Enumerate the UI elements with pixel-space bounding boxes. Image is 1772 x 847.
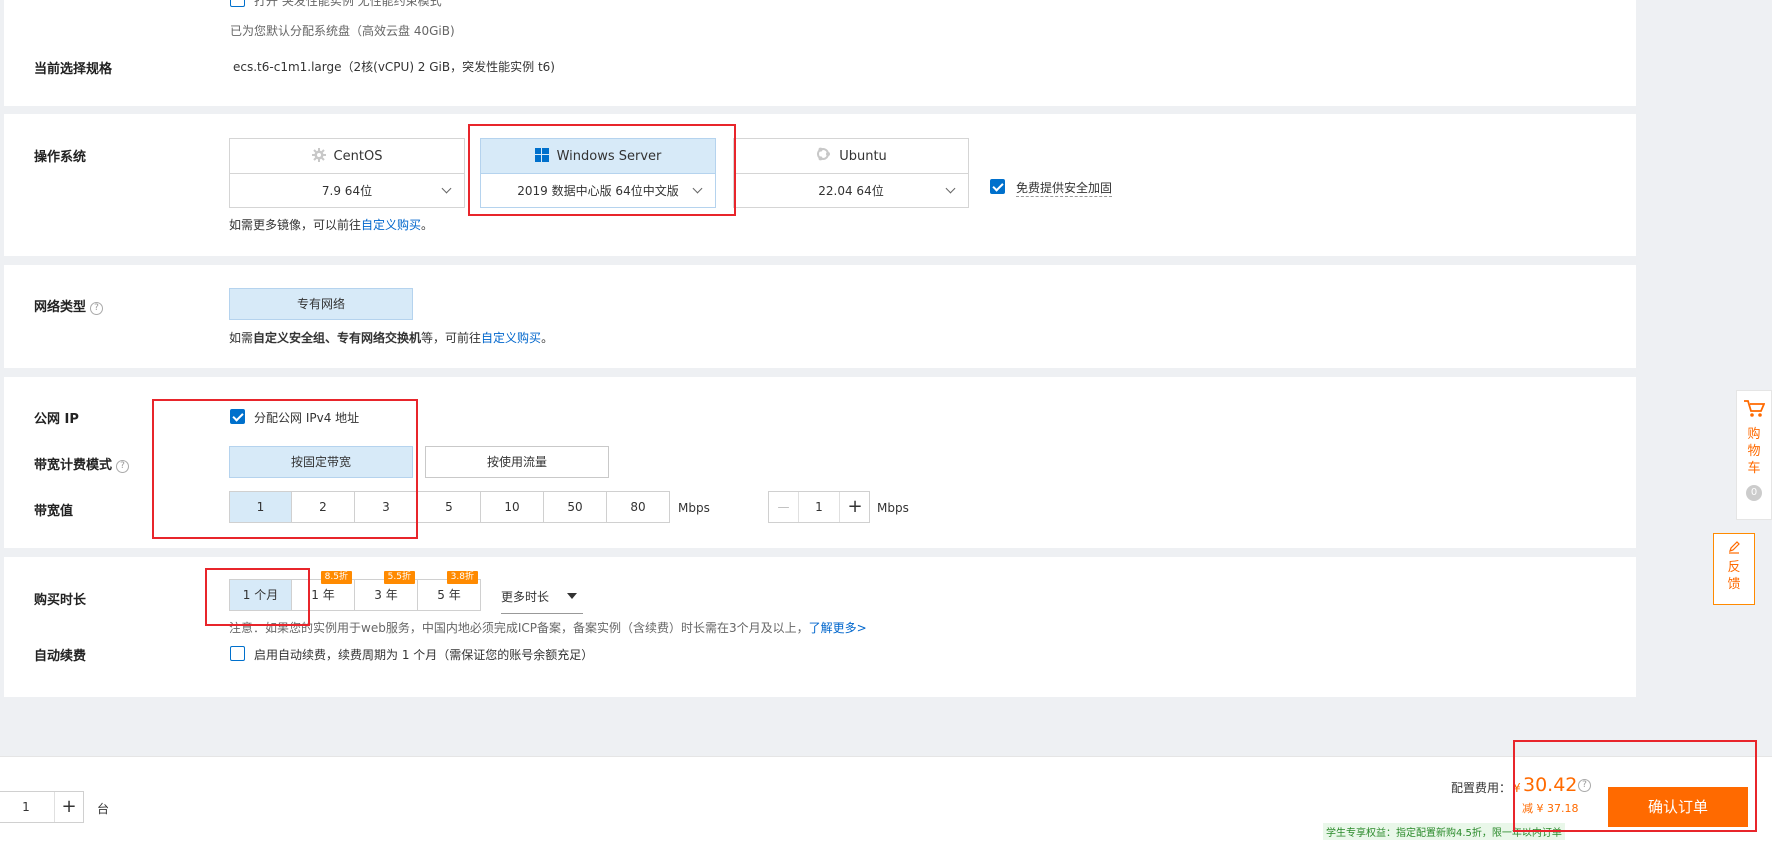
os-card-ubuntu[interactable]: Ubuntu 22.04 64位 xyxy=(733,138,969,208)
annotation-box-price xyxy=(1513,740,1757,832)
ubuntu-icon xyxy=(815,141,831,176)
annotation-box-os xyxy=(468,124,736,216)
edit-icon xyxy=(1714,540,1754,557)
duration-3-year[interactable]: 3 年 5.5折 xyxy=(355,571,418,611)
help-icon[interactable]: ? xyxy=(90,302,104,315)
burst-mode-label: 打开 突发性能实例 无性能约束模式 xyxy=(254,0,442,8)
quantity-stepper[interactable]: 1 + xyxy=(0,791,84,823)
os-name-ubuntu: Ubuntu xyxy=(839,149,887,164)
fee-label: 配置费用： xyxy=(1451,781,1512,795)
spec-panel: 打开 突发性能实例 无性能约束模式 已为您默认分配系统盘（高效云盘 40GiB)… xyxy=(4,0,1636,106)
security-hardening-checkbox[interactable] xyxy=(990,179,1005,194)
auto-renew-checkbox-label: 启用自动续费，续费周期为 1 个月（需保证您的账号余额充足） xyxy=(254,648,594,662)
annotation-box-ip-bandwidth xyxy=(152,399,418,539)
network-label: 网络类型? xyxy=(34,296,104,315)
icp-note: 注意：如果您的实例用于web服务，中国内地必须完成ICP备案，备案实例（含续费）… xyxy=(229,621,867,635)
bandwidth-label: 带宽值 xyxy=(34,504,74,519)
caret-down-icon xyxy=(567,593,577,599)
auto-renew-checkbox[interactable] xyxy=(230,646,245,661)
custom-purchase-link-2[interactable]: 自定义购买 xyxy=(481,331,541,345)
minus-icon[interactable]: — xyxy=(769,492,799,522)
discount-badge: 5.5折 xyxy=(383,571,415,584)
discount-badge: 8.5折 xyxy=(320,571,352,584)
bandwidth-stepper[interactable]: — 1 + xyxy=(768,491,870,523)
burst-mode-checkbox[interactable] xyxy=(230,0,245,7)
quantity-value[interactable]: 1 xyxy=(0,792,54,822)
bandwidth-stepper-unit: Mbps xyxy=(877,501,909,515)
bandwidth-option-80[interactable]: 80 xyxy=(607,491,670,523)
vpc-option-button[interactable]: 专有网络 xyxy=(229,288,413,320)
bandwidth-option-10[interactable]: 10 xyxy=(481,491,544,523)
bandwidth-unit: Mbps xyxy=(678,501,710,515)
cart-count-badge: 0 xyxy=(1746,485,1762,501)
spec-label: 当前选择规格 xyxy=(34,62,113,77)
discount-badge: 3.8折 xyxy=(446,571,478,584)
chevron-down-icon xyxy=(441,183,452,194)
more-duration-dropdown[interactable]: 更多时长 xyxy=(501,588,583,614)
os-name-centos: CentOS xyxy=(333,149,383,164)
os-label: 操作系统 xyxy=(34,150,87,165)
annotation-box-duration xyxy=(205,568,310,626)
learn-more-link[interactable]: 了解更多> xyxy=(809,621,867,635)
disk-note: 已为您默认分配系统盘（高效云盘 40GiB) xyxy=(230,24,455,38)
chevron-down-icon xyxy=(945,183,956,194)
network-note: 如需自定义安全组、专有网络交换机等，可前往自定义购买。 xyxy=(229,331,554,345)
cart-label: 购物车 xyxy=(1747,427,1761,476)
os-version-centos[interactable]: 7.9 64位 xyxy=(230,174,464,208)
billing-traffic-button[interactable]: 按使用流量 xyxy=(425,446,609,478)
centos-gear-icon xyxy=(311,141,326,176)
plus-icon[interactable]: + xyxy=(54,792,83,822)
os-more-note: 如需更多镜像，可以前往自定义购买。 xyxy=(229,218,434,232)
duration-label: 购买时长 xyxy=(34,593,87,608)
bandwidth-option-5[interactable]: 5 xyxy=(418,491,481,523)
bandwidth-stepper-value[interactable]: 1 xyxy=(799,492,839,522)
os-card-centos[interactable]: CentOS 7.9 64位 xyxy=(229,138,465,208)
plus-icon[interactable]: + xyxy=(839,492,870,522)
cart-widget[interactable]: 购物车 0 xyxy=(1736,390,1772,520)
feedback-widget[interactable]: 反馈 xyxy=(1713,533,1755,605)
quantity-unit: 台 xyxy=(97,802,110,816)
custom-purchase-link[interactable]: 自定义购买 xyxy=(361,218,421,232)
security-hardening-label: 免费提供安全加固 xyxy=(1016,181,1113,197)
duration-5-year[interactable]: 5 年 3.8折 xyxy=(418,571,481,611)
cart-icon xyxy=(1737,399,1771,422)
bandwidth-option-50[interactable]: 50 xyxy=(544,491,607,523)
spec-value: ecs.t6-c1m1.large（2核(vCPU) 2 GiB，突发性能实例 … xyxy=(233,60,555,74)
billing-label: 带宽计费模式? xyxy=(34,454,130,473)
feedback-label: 反馈 xyxy=(1727,560,1741,592)
public-ip-label: 公网 IP xyxy=(34,412,79,427)
auto-renew-label: 自动续费 xyxy=(34,649,87,664)
help-icon[interactable]: ? xyxy=(116,460,130,473)
os-version-ubuntu[interactable]: 22.04 64位 xyxy=(734,174,968,208)
